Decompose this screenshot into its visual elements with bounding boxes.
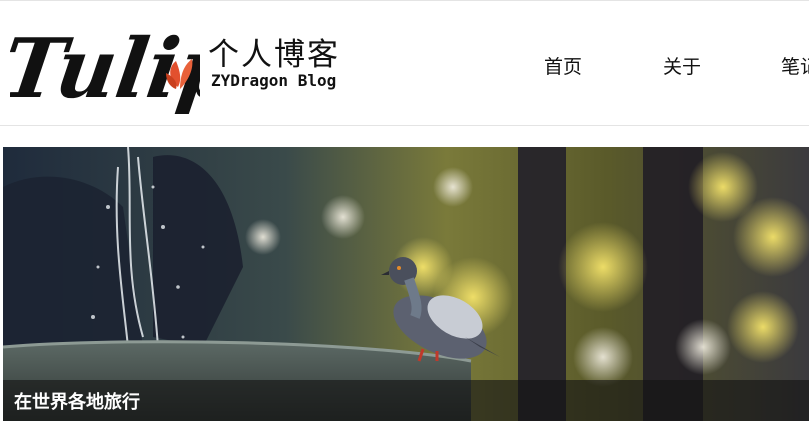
hero-caption-bar: 在世界各地旅行	[3, 380, 809, 421]
nav-item-notes[interactable]: 笔记	[781, 52, 809, 79]
nav-item-home[interactable]: 首页	[544, 52, 582, 79]
nav-item-about[interactable]: 关于	[663, 52, 701, 79]
site-header: Tulip 个人博客 ZYDragon Blog 首页 关于 笔记	[0, 0, 809, 126]
hero-caption[interactable]: 在世界各地旅行	[14, 388, 140, 414]
main-nav: 首页 关于 笔记	[0, 1, 809, 125]
hero-banner[interactable]: 在世界各地旅行	[3, 147, 809, 421]
